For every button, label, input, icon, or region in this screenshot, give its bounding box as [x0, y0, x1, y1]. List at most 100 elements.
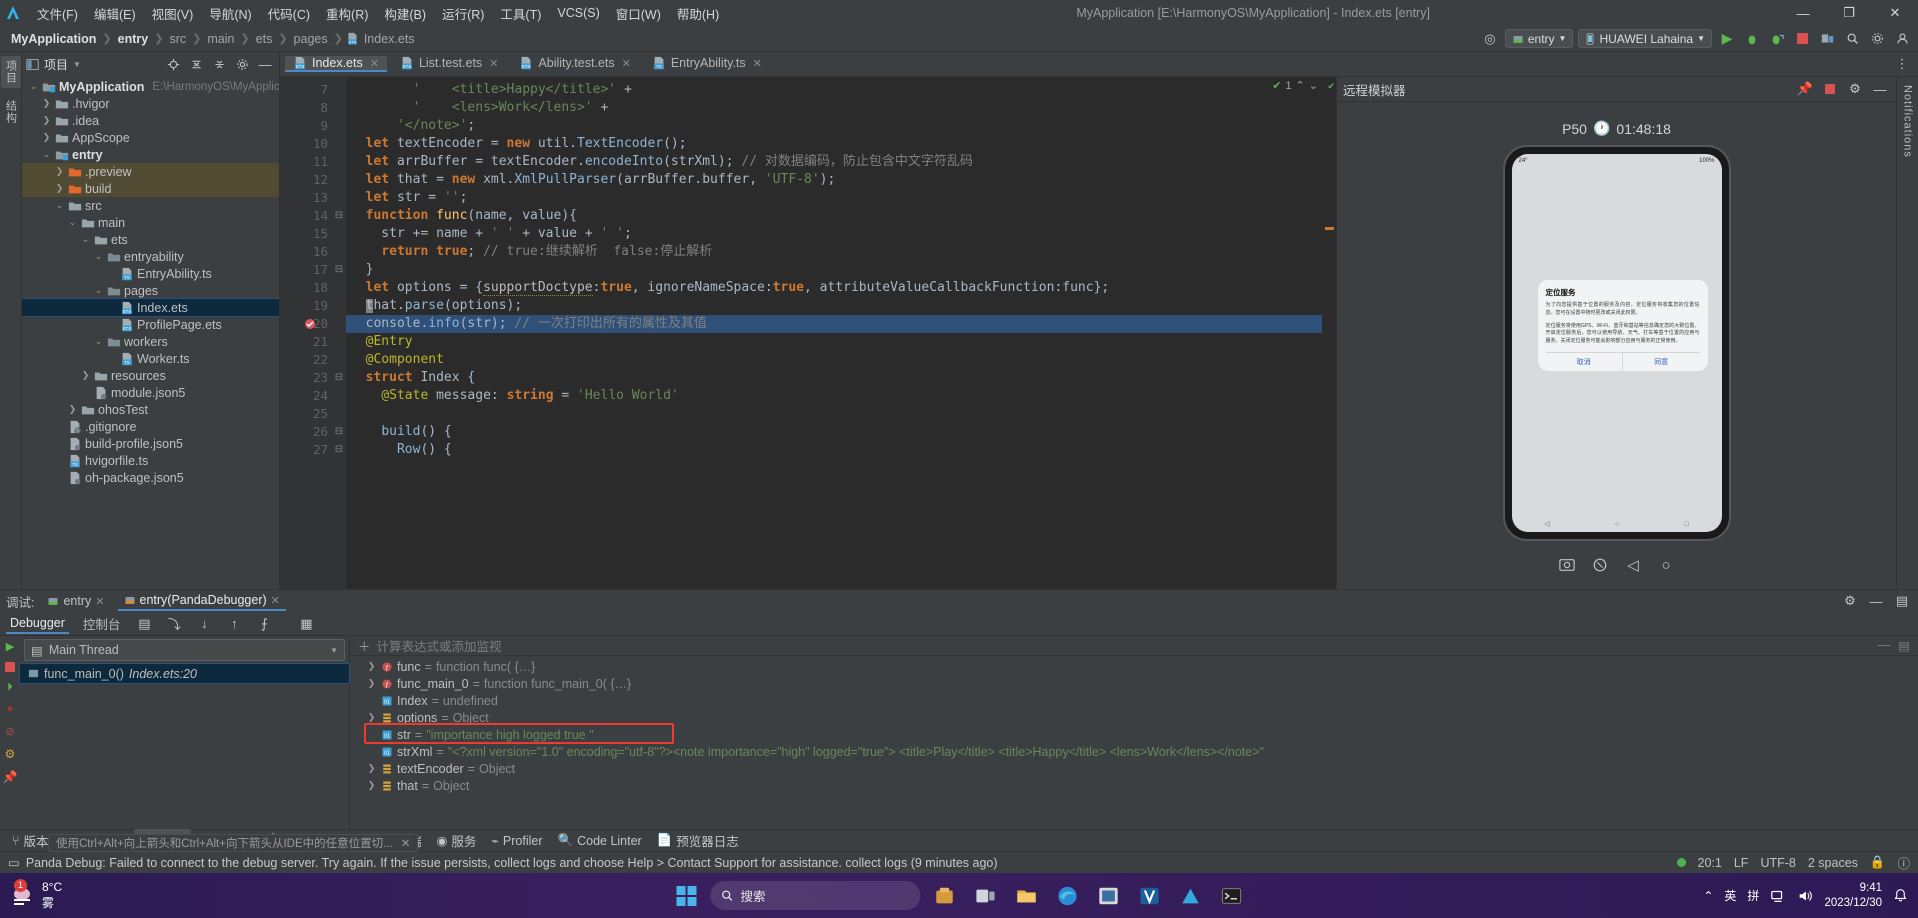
chevron-up-icon[interactable]: ⌃: [1703, 889, 1713, 903]
chevron-down-icon[interactable]: ⌄: [80, 234, 91, 245]
ime-pinyin-icon[interactable]: 拼: [1747, 887, 1759, 904]
chevron-right-icon[interactable]: ❯: [366, 712, 377, 723]
chevron-right-icon[interactable]: ❯: [366, 780, 377, 791]
phone-nav-bar[interactable]: ◁ ○ □: [1512, 516, 1722, 532]
menu-item-window[interactable]: 窗口(W): [609, 2, 668, 25]
dialog-confirm-button[interactable]: 同意: [1623, 353, 1700, 371]
settings-icon[interactable]: ⚙: [5, 747, 16, 761]
hide-panel-icon[interactable]: —: [255, 54, 275, 74]
code-line[interactable]: }: [346, 261, 1322, 279]
menu-item-code[interactable]: 代码(C): [261, 2, 317, 25]
minimize-button[interactable]: —: [1780, 0, 1826, 26]
expand-icon[interactable]: [209, 54, 229, 74]
thread-selector[interactable]: ▤ Main Thread ▼: [24, 639, 345, 661]
resume-icon[interactable]: ⏵: [7, 681, 13, 694]
chevron-down-icon[interactable]: ⌄: [54, 200, 65, 211]
chevron-right-icon[interactable]: ❯: [80, 370, 91, 381]
edge-icon[interactable]: [1051, 879, 1085, 913]
more-icon[interactable]: ▤: [1892, 591, 1912, 611]
code-line[interactable]: '</note>';: [346, 117, 1322, 135]
chevron-right-icon[interactable]: ❯: [41, 115, 52, 126]
menu-item-help[interactable]: 帮助(H): [670, 2, 726, 25]
sidebar-item-project[interactable]: 项目: [0, 56, 21, 88]
debug-session-entry[interactable]: entry ✕: [41, 592, 110, 610]
variable-row-that[interactable]: ❯ that = Object: [350, 777, 1918, 794]
close-icon[interactable]: ✕: [95, 595, 104, 608]
chevron-right-icon[interactable]: ❯: [54, 166, 65, 177]
menu-item-view[interactable]: 视图(V): [145, 2, 201, 25]
editor-tab-entryability-ts[interactable]: TS EntryAbility.ts ✕: [644, 56, 770, 72]
menu-item-refactor[interactable]: 重构(R): [319, 2, 375, 25]
tree-item-main[interactable]: ⌄ main: [22, 214, 279, 231]
debug-button[interactable]: [1742, 29, 1762, 49]
evaluate-icon[interactable]: ⨍: [254, 614, 274, 634]
breadcrumb-item-entry[interactable]: entry: [115, 31, 152, 47]
settings-icon[interactable]: [1867, 29, 1887, 49]
tab-console[interactable]: 控制台: [79, 612, 125, 635]
line-number[interactable]: 20: [280, 315, 332, 333]
code-line[interactable]: @State message: string = 'Hello World': [346, 387, 1322, 405]
variable-row-func_main_0[interactable]: ❯ ƒ func_main_0 = function func_main_0( {…}: [350, 675, 1918, 692]
breakpoint-icon[interactable]: [304, 318, 316, 330]
dialog-buttons[interactable]: 取消 同意: [1545, 351, 1700, 371]
store-icon[interactable]: [928, 879, 962, 913]
inspection-widget[interactable]: ✔ 1 ⌃ ⌄: [1272, 79, 1318, 93]
line-number[interactable]: 13: [280, 189, 332, 207]
locate-icon[interactable]: [163, 54, 183, 74]
fold-toggle-icon[interactable]: ⊟: [332, 261, 346, 279]
menu-item-build[interactable]: 构建(B): [377, 2, 433, 25]
line-number[interactable]: 22: [280, 351, 332, 369]
tree-item-oh-package-json5[interactable]: oh-package.json5: [22, 469, 279, 486]
tree-item-idea[interactable]: ❯ .idea: [22, 112, 279, 129]
line-number[interactable]: 23: [280, 369, 332, 387]
tool-previewer-log[interactable]: 📄 预览器日志: [651, 829, 745, 852]
tree-item-preview[interactable]: ❯ .preview: [22, 163, 279, 180]
next-problem-icon[interactable]: ⌄: [1309, 79, 1318, 92]
chevron-right-icon[interactable]: ❯: [366, 661, 377, 672]
menu-item-tools[interactable]: 工具(T): [493, 2, 548, 25]
device-selector[interactable]: HUAWEI Lahaina ▼: [1578, 29, 1712, 48]
emulator-screen[interactable]: 24° 100% 定位服务 为了向您提供基于位置的服务及内容，定位服务将收集您的…: [1511, 154, 1722, 532]
gear-icon[interactable]: ⚙: [1845, 79, 1865, 99]
variable-row-str[interactable]: 01 str = "importance high logged true ": [350, 726, 1918, 743]
chevron-down-icon[interactable]: ⌄: [93, 336, 104, 347]
fold-toggle-icon[interactable]: ⊟: [332, 441, 346, 459]
step-out-icon[interactable]: ↑: [224, 614, 244, 634]
tree-item-entryability-ts[interactable]: TS EntryAbility.ts: [22, 265, 279, 282]
code-line[interactable]: Row() {: [346, 441, 1322, 459]
debug-session-panda[interactable]: entry(PandaDebugger) ✕: [117, 591, 286, 611]
sidebar-item-structure[interactable]: 结构: [1, 96, 21, 128]
emulator-bottom-tools[interactable]: ◁ ○: [1557, 555, 1676, 575]
chevron-down-icon[interactable]: ▼: [330, 646, 338, 655]
fold-toggle-icon[interactable]: ⊟: [332, 207, 346, 225]
close-icon[interactable]: ✕: [370, 57, 379, 70]
editor-tab-list-test-ets[interactable]: ETS List.test.ets ✕: [392, 56, 506, 72]
line-number[interactable]: 12: [280, 171, 332, 189]
code-line[interactable]: build() {: [346, 423, 1322, 441]
breadcrumb[interactable]: MyApplication ❯ entry ❯ src ❯ main ❯ ets…: [8, 31, 418, 47]
attach-debugger-button[interactable]: [1767, 29, 1787, 49]
fold-toggle-icon[interactable]: ⊟: [332, 423, 346, 441]
tree-item-hvigor[interactable]: ❯ .hvigor: [22, 95, 279, 112]
line-number[interactable]: 9: [280, 117, 332, 135]
code-line[interactable]: struct Index {: [346, 369, 1322, 387]
tree-item-hvigorfile-ts[interactable]: TS hvigorfile.ts: [22, 452, 279, 469]
menu-item-navigate[interactable]: 导航(N): [202, 2, 258, 25]
hide-panel-icon[interactable]: —: [1870, 79, 1890, 99]
chevron-down-icon[interactable]: ⌄: [93, 251, 104, 262]
code-line[interactable]: let arrBuffer = textEncoder.encodeInto(s…: [346, 153, 1322, 171]
phone-home-icon[interactable]: ○: [1615, 521, 1619, 528]
more-tabs-icon[interactable]: ⋮: [1892, 54, 1912, 74]
editor-tabs[interactable]: ETS Index.ets ✕ ETS List.test.ets ✕ ETS Ability…: [280, 52, 775, 76]
stack-frame-row[interactable]: func_main_0() Index.ets:20: [19, 663, 350, 684]
line-number[interactable]: 25: [280, 405, 332, 423]
dialog-cancel-button[interactable]: 取消: [1546, 352, 1623, 371]
variables-list[interactable]: ❯ ƒ func = function func( {…} ❯ ƒ func_main_0 = f…: [350, 656, 1918, 829]
line-number[interactable]: 16: [280, 243, 332, 261]
add-watch-icon[interactable]: ＋: [358, 636, 371, 655]
fold-toggle-icon[interactable]: ⊟: [332, 369, 346, 387]
ime-en-icon[interactable]: 英: [1724, 887, 1736, 904]
sidebar-item-notifications[interactable]: Notifications: [1900, 81, 1916, 162]
prev-problem-icon[interactable]: ⌃: [1296, 79, 1305, 92]
layout-icon[interactable]: ▤: [134, 614, 154, 634]
